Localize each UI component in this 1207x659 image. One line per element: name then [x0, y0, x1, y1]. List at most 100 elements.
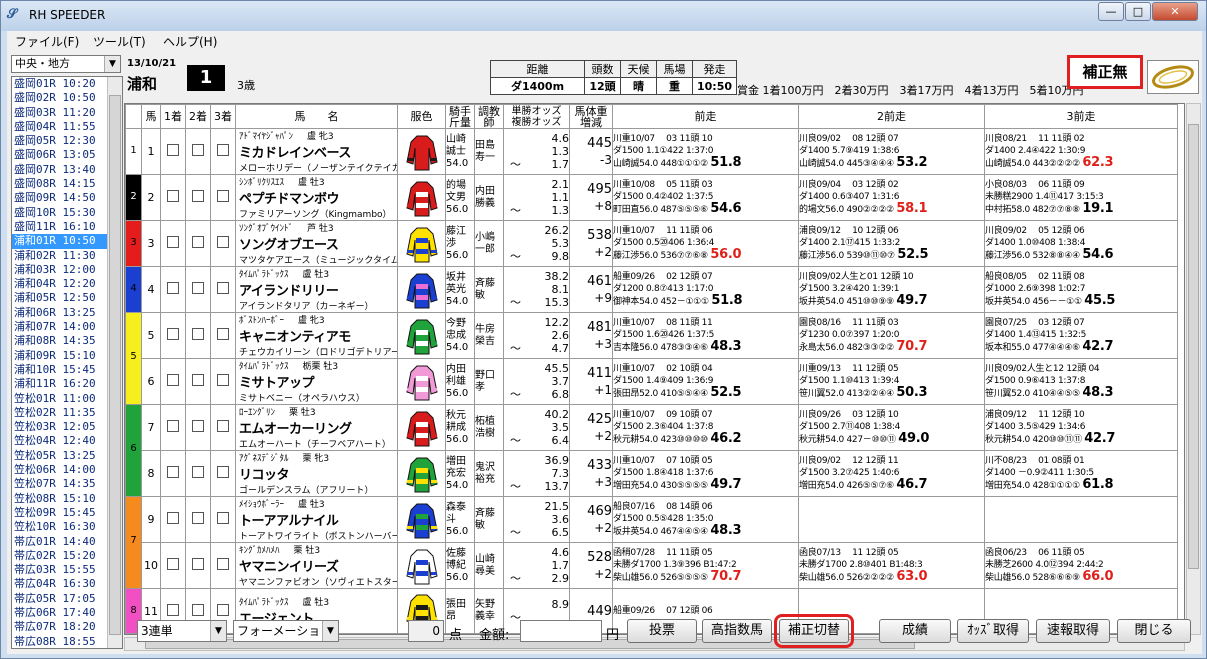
previous-race-cell[interactable]: 園良08/16 11 11頭 03 ダ1230 0.0⑦397 1:20:0 永島太…	[798, 312, 985, 359]
previous-race-cell[interactable]: 川良09/02 05 12頭 06 ダ1400 1.0⑩408 1:38:4 藤江渉…	[984, 220, 1178, 267]
horse-name-cell[interactable]: ｿﾝｸﾞｵﾌﾞｳｲﾝﾄﾞ 芦 牡3 ソングオブエース マツタケアエース（ミュージックタ…	[235, 220, 398, 267]
finish-checkbox[interactable]	[217, 190, 229, 202]
race-list-item[interactable]: 帯広04R 16:30	[12, 577, 107, 591]
finish-checkbox[interactable]	[217, 558, 229, 570]
finish-checkbox[interactable]	[167, 236, 179, 248]
finish-checkbox[interactable]	[167, 374, 179, 386]
previous-race-cell[interactable]: 船良08/05 02 11頭 08 ダ1000 2.6⑨398 1:02:7 坂井英…	[984, 266, 1178, 313]
race-list-scrollbar[interactable]	[107, 77, 122, 648]
finish-checkbox[interactable]	[167, 328, 179, 340]
previous-race-cell[interactable]: 函良07/13 11 12頭 05 未勝ダ1700 2.8⑩401 B1:48:3…	[798, 542, 985, 589]
race-list-item[interactable]: 盛岡05R 12:30	[12, 134, 107, 148]
race-list-item[interactable]: 笠松09R 15:45	[12, 506, 107, 520]
finish-checkbox[interactable]	[217, 144, 229, 156]
close-button[interactable]: ✕	[1152, 2, 1198, 21]
previous-race-cell[interactable]: 川良08/21 11 11頭 02 ダ1400 2.4④422 1:30:9 山崎誠…	[984, 128, 1178, 175]
finish-checkbox[interactable]	[217, 236, 229, 248]
race-list-item[interactable]: 浦和09R 15:10	[12, 349, 107, 363]
previous-race-cell[interactable]: 川重10/07 08 11頭 11 ダ1500 1.6⑳426 1:37:5 吉本隆…	[612, 312, 799, 359]
race-list-item[interactable]: 浦和04R 12:20	[12, 277, 107, 291]
finish-checkbox[interactable]	[192, 603, 204, 616]
menu-tools[interactable]: ツール(T)	[93, 33, 146, 50]
minimize-button[interactable]: —	[1098, 2, 1124, 21]
finish-checkbox[interactable]	[217, 374, 229, 386]
race-list-item[interactable]: 帯広01R 14:40	[12, 535, 107, 549]
finish-checkbox[interactable]	[217, 420, 229, 432]
previous-race-cell[interactable]: 川重10/07 07 10頭 05 ダ1500 1.8④418 1:37:6 増田充…	[612, 450, 799, 497]
horse-name-cell[interactable]: ｼﾝﾎﾞﾘｸﾘｽｴｽ 盧 牡3 ペプチドマンボウ ファミリアーソング（Kingmamb…	[235, 174, 398, 221]
horse-row[interactable]: 1 1 ｱﾄﾞﾏｲﾔｼﾞｬﾊﾟﾝ 盧 牝3 ミカドレインベース メローホリデー（ノーザンテ…	[125, 128, 1178, 175]
finish-checkbox[interactable]	[167, 603, 179, 616]
race-list-item[interactable]: 盛岡02R 10:50	[12, 91, 107, 105]
finish-checkbox[interactable]	[217, 603, 229, 616]
race-list-item[interactable]: 笠松08R 15:10	[12, 492, 107, 506]
finish-checkbox[interactable]	[192, 144, 204, 156]
finish-checkbox[interactable]	[167, 558, 179, 570]
previous-race-cell[interactable]: 船重09/26 02 12頭 07 ダ1200 0.8⑦413 1:17:0 御神本…	[612, 266, 799, 313]
horse-name-cell[interactable]: ｷﾝｸﾞｶﾒﾊﾒﾊ 栗 牡3 ヤマニンイリーズ ヤマニンファビオン（ソヴィエトスター）	[235, 542, 398, 589]
finish-checkbox[interactable]	[192, 236, 204, 248]
race-list-item[interactable]: 浦和06R 13:25	[12, 306, 107, 320]
horse-row[interactable]: 6 ﾀｲﾑﾊﾟﾗﾄﾞｯｸｽ 栃栗 牡3 ミサトアップ ミサトベニー（オペラハウス） 内田利…	[126, 358, 1178, 405]
previous-race-cell[interactable]: 浦良09/12 10 12頭 06 ダ1400 2.1⑰415 1:33:2 藤江渉…	[798, 220, 985, 267]
finish-checkbox[interactable]	[167, 282, 179, 294]
previous-race-cell[interactable]: 小良08/03 06 11頭 09 未勝糕2900 1.4⑪417 3:15:3 中…	[984, 174, 1178, 221]
finish-checkbox[interactable]	[192, 512, 204, 524]
race-list-item[interactable]: 笠松03R 12:05	[12, 420, 107, 434]
previous-race-cell[interactable]: 川不08/23 01 08頭 01 ダ1400 －0.9②411 1:30:5 増田…	[984, 450, 1178, 497]
finish-checkbox[interactable]	[192, 374, 204, 386]
close-window-button[interactable]: 閉じる	[1117, 619, 1191, 643]
race-list-item[interactable]: 浦和08R 14:35	[12, 334, 107, 348]
race-list-item[interactable]: 笠松06R 14:00	[12, 463, 107, 477]
race-list-item[interactable]: 盛岡06R 13:05	[12, 148, 107, 162]
race-list-item[interactable]: 帯広02R 15:20	[12, 549, 107, 563]
vote-button[interactable]: 投票	[627, 619, 697, 643]
horse-row[interactable]: 4 4 ﾀｲﾑﾊﾟﾗﾄﾞｯｸｽ 盧 牡3 アイランドリリー アイランドタリア（カーネギー）…	[125, 266, 1178, 313]
race-list-item[interactable]: 笠松02R 11:35	[12, 406, 107, 420]
previous-race-cell[interactable]: 川良09/02人生と01 12頭 10 ダ1500 3.2④420 1:39:1 坂…	[798, 266, 985, 313]
horse-name-cell[interactable]: ﾛｰｴﾝｸﾞﾘﾝ 栗 牡3 エムオーカーリング エムオーハート（チーフベアハート）	[235, 404, 398, 451]
race-list-item[interactable]: 笠松04R 12:40	[12, 434, 107, 448]
scroll-thumb[interactable]	[109, 95, 121, 635]
finish-checkbox[interactable]	[217, 282, 229, 294]
horse-name-cell[interactable]: ﾒｲｼｮｳﾎﾞｰﾗｰ 盧 牡3 トーアアルナイル トーアトワイライト（ボストンハーバー…	[235, 496, 398, 543]
horse-row[interactable]: 5 5 ﾎﾞｽﾄﾝﾊｰﾎﾞｰ 盧 牝3 キャニオンティアモ チェウカイリーン（ロドリゴデト…	[125, 312, 1178, 405]
previous-race-cell[interactable]: 川重10/07 02 10頭 04 ダ1500 1.4⑨409 1:36:9 張田昂…	[612, 358, 799, 405]
horse-row[interactable]: 8 ｱｸﾞﾈｽﾃﾞｼﾞﾀﾙ 栗 牝3 リコッタ ゴールデンスラム（アフリート） 増田 充宏 5…	[126, 450, 1178, 497]
maximize-button[interactable]: □	[1125, 2, 1151, 21]
race-list-item[interactable]: 帯広08R 18:55	[12, 635, 107, 648]
race-list-item[interactable]: 浦和05R 12:50	[12, 291, 107, 305]
bet-type-dropdown[interactable]: 3連単 ▼	[137, 620, 227, 642]
race-list-item[interactable]: 盛岡11R 16:10	[12, 220, 107, 234]
race-list-item[interactable]: 盛岡08R 14:15	[12, 177, 107, 191]
previous-race-cell[interactable]: 川良09/02人生と12 12頭 04 ダ1500 0.9⑥413 1:37:8 笹…	[984, 358, 1178, 405]
previous-race-cell[interactable]: 川重10/07 11 11頭 06 ダ1500 0.5⑳406 1:36:4 藤江渉…	[612, 220, 799, 267]
race-list-item[interactable]: 浦和03R 12:00	[12, 263, 107, 277]
scroll-thumb[interactable]	[1188, 124, 1199, 569]
finish-checkbox[interactable]	[192, 420, 204, 432]
bet-method-dropdown[interactable]: フォーメーション ▼	[233, 620, 339, 642]
horse-row[interactable]: 2 2 ｼﾝﾎﾞﾘｸﾘｽｴｽ 盧 牡3 ペプチドマンボウ ファミリアーソング（Kingma…	[125, 174, 1178, 221]
previous-race-cell[interactable]: 川良09/02 12 12頭 11 ダ1500 3.2⑦425 1:40:6 増田充…	[798, 450, 985, 497]
menu-file[interactable]: ファイル(F)	[15, 33, 79, 50]
horse-name-cell[interactable]: ﾀｲﾑﾊﾟﾗﾄﾞｯｸｽ 栃栗 牡3 ミサトアップ ミサトベニー（オペラハウス）	[235, 358, 398, 405]
finish-checkbox[interactable]	[192, 558, 204, 570]
toggle-correction-button[interactable]: 補正切替	[774, 614, 854, 648]
results-button[interactable]: 成績	[879, 619, 951, 643]
get-odds-button[interactable]: ｵｯｽﾞ取得	[957, 619, 1029, 643]
previous-race-cell[interactable]: 函良06/23 06 11頭 05 未勝芝2600 4.0⑫394 2:44:2 柴…	[984, 542, 1178, 589]
previous-race-cell[interactable]: 川良09/04 03 12頭 02 ダ1400 0.6③407 1:31:6 的場文…	[798, 174, 985, 221]
previous-race-cell[interactable]: 川重10/07 03 11頭 10 ダ1500 1.1①422 1:37:0 山崎誠…	[612, 128, 799, 175]
finish-checkbox[interactable]	[192, 190, 204, 202]
horse-name-cell[interactable]: ﾀｲﾑﾊﾟﾗﾄﾞｯｸｽ 盧 牡3 アイランドリリー アイランドタリア（カーネギー）	[235, 266, 398, 313]
horse-row[interactable]: 7 9 ﾒｲｼｮｳﾎﾞｰﾗｰ 盧 牡3 トーアアルナイル トーアトワイライト（ボストンハー…	[125, 496, 1178, 589]
region-dropdown[interactable]: 中央・地方 ▼	[11, 55, 121, 73]
previous-race-cell[interactable]: 川良09/02 08 12頭 07 ダ1400 5.7⑨419 1:38:6 山崎誠…	[798, 128, 985, 175]
race-list-item[interactable]: 浦和10R 15:45	[12, 363, 107, 377]
previous-race-cell[interactable]: 園良07/25 03 12頭 07 ダ1400 1.4⑬415 1:32:5 坂本和…	[984, 312, 1178, 359]
previous-race-cell[interactable]: 浦良09/12 11 12頭 10 ダ1400 3.5⑤429 1:34:6 秋元耕…	[984, 404, 1178, 451]
high-index-button[interactable]: 高指数馬	[702, 619, 772, 643]
amount-input[interactable]	[520, 620, 602, 642]
get-news-button[interactable]: 速報取得	[1036, 619, 1110, 643]
race-list-item[interactable]: 帯広07R 18:20	[12, 620, 107, 634]
